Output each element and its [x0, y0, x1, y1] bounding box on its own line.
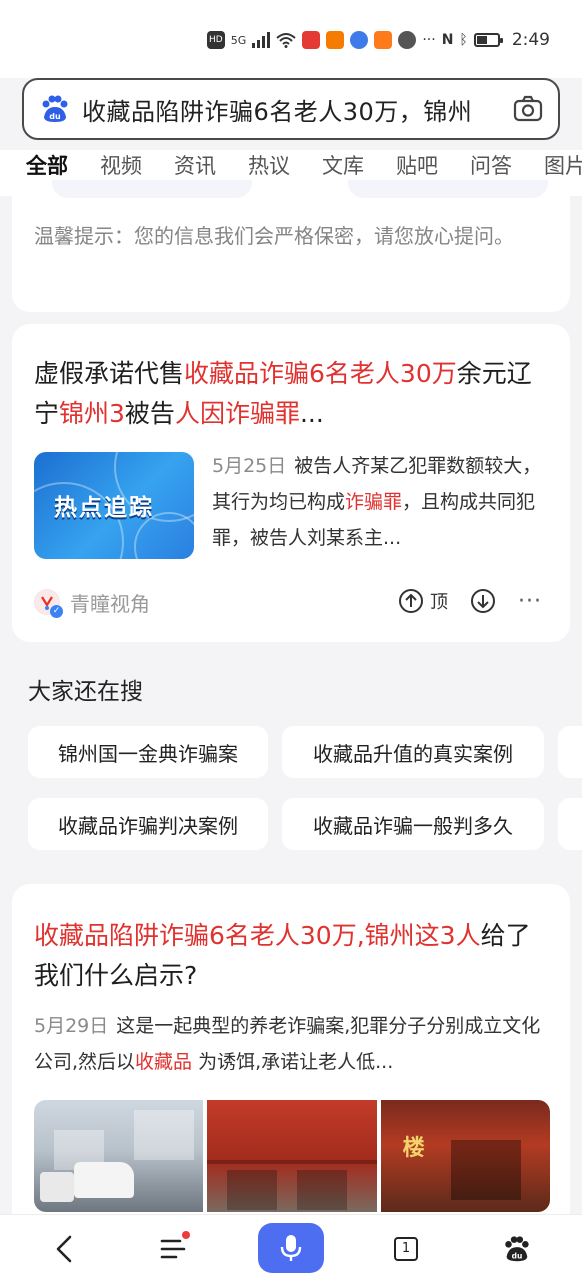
- browser-app-icon: [398, 31, 417, 49]
- related-search-chip-overflow[interactable]: [558, 798, 582, 850]
- app-notification-icon: [302, 31, 321, 49]
- tab-all[interactable]: 全部: [26, 150, 100, 180]
- news-photo[interactable]: [207, 1100, 377, 1212]
- bottom-navigation: 1 du: [0, 1214, 582, 1280]
- tab-tieba[interactable]: 贴吧: [396, 150, 470, 180]
- result-source-row: ✓ 青瞳视角 顶 ···: [34, 582, 548, 622]
- related-search-chip[interactable]: 收藏品升值的真实案例: [282, 726, 544, 778]
- verified-icon: ✓: [50, 605, 63, 618]
- option-pill[interactable]: [348, 180, 548, 198]
- nfc-icon: N: [441, 32, 454, 48]
- status-icons: HD 5G ··· N ᛒ 2:49: [206, 30, 550, 50]
- upvote-button[interactable]: 顶: [398, 588, 448, 614]
- profile-button[interactable]: du: [494, 1227, 538, 1271]
- clock: 2:49: [511, 30, 550, 50]
- result-date: 5月29日: [34, 1015, 109, 1037]
- tabs-button[interactable]: 1: [384, 1227, 428, 1271]
- microphone-icon: [280, 1235, 302, 1261]
- svg-text:du: du: [512, 1251, 523, 1260]
- up-arrow-icon: [399, 589, 424, 613]
- music-app-icon: [350, 31, 369, 49]
- down-arrow-icon: [471, 589, 496, 613]
- svg-text:du: du: [49, 112, 61, 121]
- video-app-icon: [374, 31, 393, 49]
- result-snippet: 5月29日 这是一起典型的养老诈骗案,犯罪分子分别成立文化公司,然后以收藏品 为诱…: [34, 1015, 541, 1073]
- bluetooth-icon: ᛒ: [459, 32, 468, 48]
- news-photo[interactable]: 楼: [380, 1100, 550, 1212]
- message-app-icon: [326, 31, 345, 49]
- more-notifications-icon: ···: [422, 32, 436, 48]
- hd-icon: HD: [206, 31, 225, 49]
- back-button[interactable]: [42, 1227, 86, 1271]
- related-search-chip-overflow[interactable]: [558, 726, 582, 778]
- tab-news[interactable]: 资讯: [174, 150, 248, 180]
- menu-icon: [160, 1239, 186, 1259]
- option-pill[interactable]: [52, 180, 252, 198]
- tab-video[interactable]: 视频: [100, 150, 174, 180]
- network-type: 5G: [230, 33, 247, 47]
- source-name[interactable]: 青瞳视角: [70, 588, 150, 617]
- people-also-search-title: 大家还在搜: [28, 679, 143, 705]
- status-bar: HD 5G ··· N ᛒ 2:49: [0, 0, 582, 78]
- related-search-chip[interactable]: 收藏品诈骗一般判多久: [282, 798, 544, 850]
- storefront-sign: 楼: [402, 1136, 425, 1161]
- more-options-icon[interactable]: ···: [518, 589, 542, 614]
- back-arrow-icon: [56, 1235, 72, 1263]
- tab-discussion[interactable]: 热议: [248, 150, 322, 180]
- tab-images[interactable]: 图片: [544, 150, 582, 180]
- search-input[interactable]: 收藏品陷阱诈骗6名老人30万，锦州: [82, 92, 502, 127]
- battery-icon: [473, 33, 503, 47]
- privacy-tip: 温馨提示：您的信息我们会严格保密，请您放心提问。: [34, 224, 514, 248]
- news-result-card[interactable]: 虚假承诺代售收藏品诈骗6名老人30万余元辽宁锦州3被告人因诈骗罪... 热点追踪…: [12, 324, 570, 642]
- notification-dot: [182, 1231, 190, 1239]
- downvote-button[interactable]: [470, 588, 496, 614]
- voice-search-button[interactable]: [258, 1223, 324, 1273]
- tab-count: 1: [394, 1237, 418, 1261]
- source-avatar[interactable]: ✓: [34, 589, 63, 618]
- related-search-chip[interactable]: 锦州国一金典诈骗案: [28, 726, 268, 778]
- result-image-strip[interactable]: 楼: [34, 1100, 550, 1212]
- result-snippet: 5月25日 被告人齐某乙犯罪数额较大，其行为均已构成诈骗罪，且构成共同犯罪，被告人…: [212, 455, 542, 549]
- result-date: 5月25日: [212, 455, 287, 477]
- related-search-chip[interactable]: 收藏品诈骗判决案例: [28, 798, 268, 850]
- camera-icon[interactable]: [512, 93, 544, 125]
- news-result-card[interactable]: 收藏品陷阱诈骗6名老人30万,锦州这3人给了我们什么启示? 5月29日 这是一起典…: [12, 884, 570, 1224]
- thumbnail-label: 热点追踪: [54, 495, 154, 521]
- tab-qa[interactable]: 问答: [470, 150, 544, 180]
- result-title[interactable]: 收藏品陷阱诈骗6名老人30万,锦州这3人给了我们什么启示?: [34, 916, 554, 996]
- news-photo[interactable]: [34, 1100, 204, 1212]
- baidu-paw-icon: du: [42, 95, 68, 122]
- baidu-paw-icon: du: [505, 1236, 529, 1262]
- wifi-icon: [276, 33, 296, 48]
- tab-library[interactable]: 文库: [322, 150, 396, 180]
- search-bar[interactable]: du 收藏品陷阱诈骗6名老人30万，锦州: [22, 78, 560, 140]
- menu-button[interactable]: [152, 1227, 196, 1271]
- tip-card: 温馨提示：您的信息我们会严格保密，请您放心提问。: [12, 180, 570, 312]
- result-thumbnail[interactable]: 热点追踪: [34, 452, 194, 559]
- result-title[interactable]: 虚假承诺代售收藏品诈骗6名老人30万余元辽宁锦州3被告人因诈骗罪...: [34, 354, 554, 434]
- signal-icon: [252, 32, 271, 48]
